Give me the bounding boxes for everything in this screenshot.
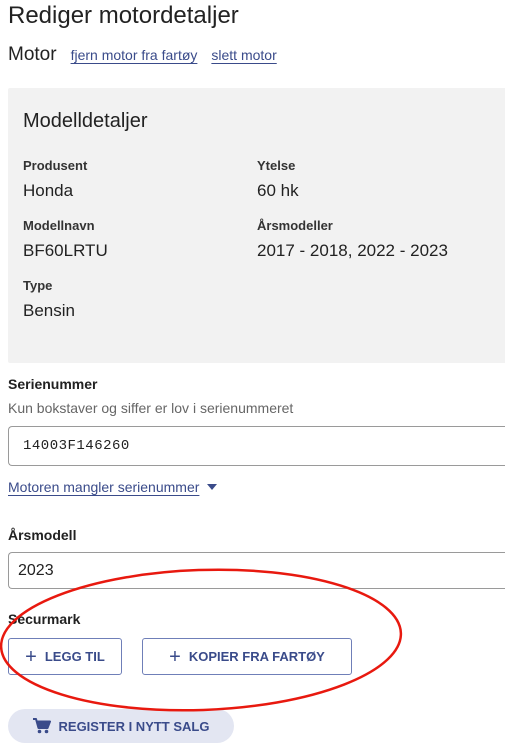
fuel-type-value: Bensin (23, 301, 75, 320)
fuel-type-label: Type (23, 278, 53, 293)
power-value: 60 hk (257, 181, 299, 200)
year-label: Årsmodell (8, 527, 77, 543)
securmark-label: Securmark (8, 611, 81, 627)
caret-down-icon (207, 484, 218, 490)
register-new-sale-label: REGISTER I NYTT SALG (58, 718, 210, 734)
delete-motor-link[interactable]: slett motor (211, 47, 276, 63)
plus-icon: + (169, 645, 181, 668)
serial-label: Serienummer (8, 376, 98, 392)
model-name-label: Modellnavn (23, 218, 95, 233)
plus-icon: + (25, 645, 37, 668)
remove-motor-link[interactable]: fjern motor fra fartøy (71, 47, 198, 63)
model-years-value: 2017 - 2018, 2022 - 2023 (257, 241, 448, 260)
serial-input[interactable]: 14003F146260 (8, 426, 505, 466)
page-title: Rediger motordetaljer (8, 2, 239, 29)
year-input[interactable]: 2023 (8, 552, 505, 589)
year-input-value: 2023 (18, 562, 54, 579)
motor-header: Motor fjern motor fra fartøy slett motor (8, 44, 277, 72)
add-securmark-button[interactable]: + LEGG TIL (8, 638, 122, 675)
power-label: Ytelse (257, 158, 296, 173)
manufacturer-label: Produsent (23, 158, 88, 173)
motor-label: Motor (8, 44, 57, 65)
model-details-title: Modelldetaljer (23, 110, 148, 132)
register-new-sale-button[interactable]: REGISTER I NYTT SALG (8, 709, 234, 743)
manufacturer-value: Honda (23, 181, 74, 200)
copy-from-vessel-label: KOPIER FRA FARTØY (188, 649, 325, 664)
add-securmark-label: LEGG TIL (44, 649, 105, 664)
copy-from-vessel-button[interactable]: + KOPIER FRA FARTØY (142, 638, 352, 675)
serial-help-text: Kun bokstaver og siffer er lov i serienu… (8, 400, 294, 416)
shopping-cart-icon (32, 718, 51, 734)
model-details-card: Modelldetaljer Produsent Honda Ytelse 60… (8, 88, 505, 363)
serial-input-value: 14003F146260 (23, 438, 130, 454)
model-name-value: BF60LRTU (23, 241, 108, 260)
missing-serial-toggle[interactable]: Motoren mangler serienummer (8, 479, 218, 495)
missing-serial-label: Motoren mangler serienummer (8, 479, 200, 495)
model-years-label: Årsmodeller (257, 218, 333, 233)
